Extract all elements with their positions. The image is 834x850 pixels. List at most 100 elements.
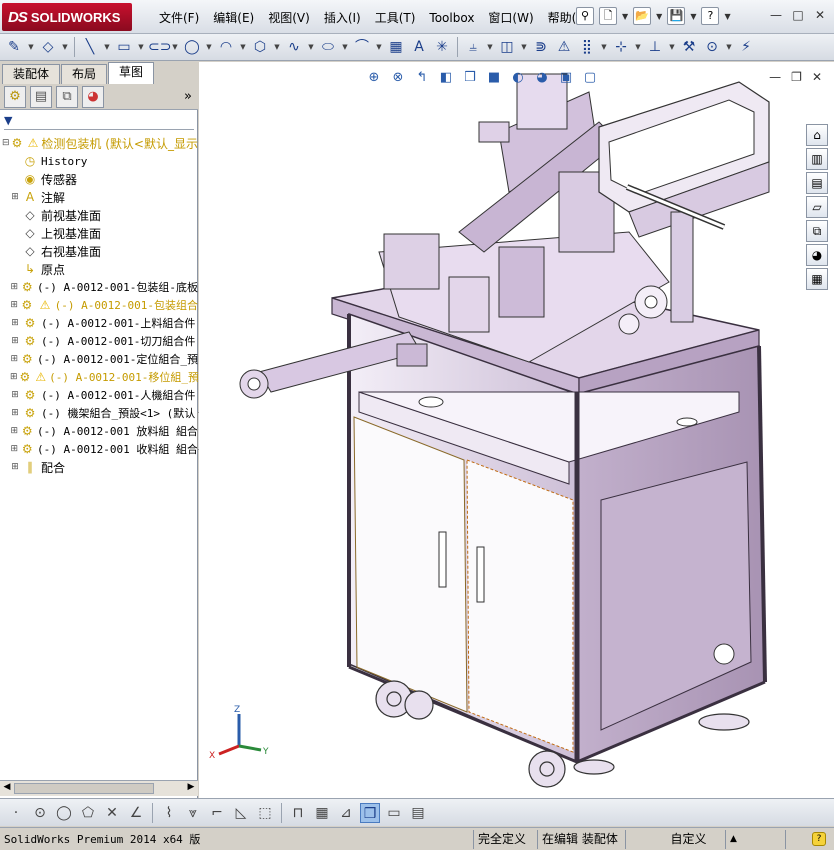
expand-icon[interactable]: ⊞: [10, 282, 18, 292]
menu-toolbox[interactable]: Toolbox: [422, 9, 481, 27]
rectangle-dropdown-icon[interactable]: ▼: [137, 37, 145, 57]
help-dropdown-icon[interactable]: ▼: [724, 12, 730, 21]
status-units-arrow-icon[interactable]: ▲: [726, 829, 786, 849]
relations-dropdown-icon[interactable]: ▼: [668, 37, 676, 57]
slot-icon[interactable]: ⊂⊃: [148, 37, 171, 57]
view-palette-icon[interactable]: ⧉: [806, 220, 828, 242]
smart-dimension-icon[interactable]: ◇: [38, 37, 58, 57]
tree-node[interactable]: ⊞ ⚙ (-) A-0012-001-上料組合件: [0, 314, 198, 332]
corner-icon[interactable]: ⌐: [207, 803, 227, 823]
trim-icon[interactable]: ⚠: [554, 37, 574, 57]
new-document-icon[interactable]: 🗋: [599, 7, 617, 25]
tree-node[interactable]: ↳ 原点: [0, 260, 198, 278]
tree-node[interactable]: ◇ 上视基准面: [0, 224, 198, 242]
view-orientation-icon[interactable]: ❒: [461, 69, 479, 87]
expand-icon[interactable]: ⊞: [10, 444, 18, 454]
expand-icon[interactable]: ⊞: [10, 354, 18, 364]
section-view-icon[interactable]: ◧: [437, 69, 455, 87]
point-icon[interactable]: ✳: [432, 37, 452, 57]
expand-icon[interactable]: ⊞: [10, 318, 20, 328]
zoom-to-fit-icon[interactable]: ⊕: [365, 69, 383, 87]
design-library-icon[interactable]: ▤: [806, 172, 828, 194]
text-icon[interactable]: A: [409, 37, 429, 57]
previous-view-icon[interactable]: ↰: [413, 69, 431, 87]
curve-icon[interactable]: ⌇: [159, 803, 179, 823]
point-icon[interactable]: ⊙: [30, 803, 50, 823]
relations-icon[interactable]: ⊥: [645, 37, 665, 57]
dimension-dropdown-icon[interactable]: ▼: [61, 37, 69, 57]
tree-node[interactable]: ⊞ ⚙ (-) 機架組合_預設<1> (默认: [0, 404, 198, 422]
resources-icon[interactable]: ▥: [806, 148, 828, 170]
appearances-icon[interactable]: ◕: [806, 244, 828, 266]
menu-view[interactable]: 视图(V): [261, 9, 317, 27]
chamfer-icon[interactable]: ◺: [231, 803, 251, 823]
tree-node[interactable]: ⊞ ⚙ ⚠ (-) A-0012-001-移位組_預: [0, 368, 198, 386]
doc-close-button[interactable]: ✕: [812, 70, 822, 84]
tab-sketch[interactable]: 草图: [108, 62, 155, 84]
doc-minimize-button[interactable]: —: [769, 70, 781, 84]
line-dropdown-icon[interactable]: ▼: [103, 37, 111, 57]
snaps-dropdown-icon[interactable]: ▼: [725, 37, 733, 57]
expand-icon[interactable]: ⊞: [10, 192, 20, 202]
expand-icon[interactable]: ⊞: [10, 372, 18, 382]
expand-icon[interactable]: ⊞: [10, 390, 20, 400]
tree-node[interactable]: ⊞ ⚙ ⚠ (-) A-0012-001-包装组合: [0, 296, 198, 314]
polygon-icon[interactable]: ⬡: [250, 37, 270, 57]
feature-manager-icon[interactable]: ⚙: [4, 85, 26, 108]
edit-appearance-icon[interactable]: ◕: [533, 69, 551, 87]
dimension-icon[interactable]: ⊓: [288, 803, 308, 823]
angle-icon[interactable]: ∠: [126, 803, 146, 823]
convert-entities-icon[interactable]: ◫: [497, 37, 517, 57]
tree-horizontal-scrollbar[interactable]: ◀ ▶: [0, 780, 198, 796]
polygon-icon[interactable]: ⬠: [78, 803, 98, 823]
polygon-dropdown-icon[interactable]: ▼: [273, 37, 281, 57]
tree-node[interactable]: ◉ 传感器: [0, 170, 198, 188]
scroll-right-icon[interactable]: ▶: [185, 782, 197, 792]
tree-node[interactable]: ⊞ A 注解: [0, 188, 198, 206]
wireframe-icon[interactable]: ▤: [408, 803, 428, 823]
fillet-icon[interactable]: ⌒: [352, 37, 372, 57]
tab-layout[interactable]: 布局: [61, 64, 108, 84]
tree-node[interactable]: ◇ 右视基准面: [0, 242, 198, 260]
save-icon[interactable]: 💾: [667, 7, 686, 25]
collapse-icon[interactable]: ⊟: [2, 138, 10, 148]
ellipse-dropdown-icon[interactable]: ▼: [341, 37, 349, 57]
hidden-lines-icon[interactable]: ▭: [384, 803, 404, 823]
circle-dropdown-icon[interactable]: ▼: [205, 37, 213, 57]
custom-properties-icon[interactable]: ▦: [806, 268, 828, 290]
property-manager-icon[interactable]: ▤: [30, 85, 52, 108]
sketch-box-icon[interactable]: ⬚: [255, 803, 275, 823]
graphics-area[interactable]: Z X Y ⊕ ⊗ ↰ ◧ ❒ ■ ◐ ◕ ▣ ▢ — ❐ ✕ ⌂ ▥ ▤ ▱ …: [199, 62, 834, 798]
tree-node[interactable]: ⊞ ⚙ (-) A-0012-001 收料組 組合: [0, 440, 198, 458]
spline-dropdown-icon[interactable]: ▼: [307, 37, 315, 57]
move-entities-icon[interactable]: ⊹: [611, 37, 631, 57]
sketch-dropdown-icon[interactable]: ▼: [27, 37, 35, 57]
view-icon[interactable]: ⊿: [336, 803, 356, 823]
status-help-icon[interactable]: ?: [812, 832, 826, 846]
hide-show-icon[interactable]: ◐: [509, 69, 527, 87]
expand-icon[interactable]: ⊞: [10, 426, 18, 436]
linear-pattern-icon[interactable]: ⣿: [577, 37, 597, 57]
maximize-button[interactable]: □: [790, 8, 806, 24]
mirror-icon[interactable]: ⫨: [463, 37, 483, 57]
configuration-manager-icon[interactable]: ⧉: [56, 85, 78, 108]
cross-icon[interactable]: ✕: [102, 803, 122, 823]
open-folder-icon[interactable]: 📂: [633, 7, 652, 25]
grid-icon[interactable]: ▦: [312, 803, 332, 823]
machine-model[interactable]: [199, 62, 834, 798]
move-dropdown-icon[interactable]: ▼: [634, 37, 642, 57]
home-icon[interactable]: ⌂: [806, 124, 828, 146]
tab-assembly[interactable]: 装配体: [2, 64, 61, 84]
line-icon[interactable]: ╲: [80, 37, 100, 57]
convert-dropdown-icon[interactable]: ▼: [520, 37, 528, 57]
tree-node[interactable]: ⊞ ⚙ (-) A-0012-001-人機組合件: [0, 386, 198, 404]
expand-icon[interactable]: ⊞: [10, 300, 18, 310]
expand-icon[interactable]: ⊞: [10, 336, 20, 346]
scroll-left-icon[interactable]: ◀: [1, 782, 13, 792]
menu-tools[interactable]: 工具(T): [368, 9, 423, 27]
circle-snap-icon[interactable]: ◯: [54, 803, 74, 823]
expand-icon[interactable]: ⊞: [10, 462, 20, 472]
close-button[interactable]: ✕: [812, 8, 828, 24]
filter-field[interactable]: [4, 129, 194, 131]
display-style-icon[interactable]: ■: [485, 69, 503, 87]
